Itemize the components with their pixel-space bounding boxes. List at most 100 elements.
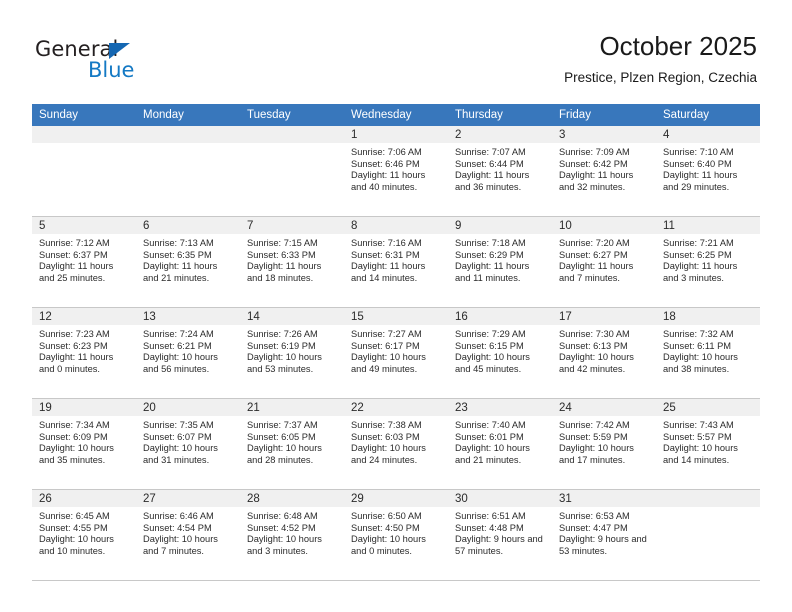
day-sun-info: Sunrise: 7:40 AM Sunset: 6:01 PM Daylight:… xyxy=(448,416,552,466)
calendar-week-row: 1 Sunrise: 7:06 AM Sunset: 6:46 PM Daylight… xyxy=(32,126,760,217)
calendar-day-cell[interactable]: 10 Sunrise: 7:20 AM Sunset: 6:27 PM Dayligh… xyxy=(552,216,656,308)
day-number xyxy=(656,490,760,507)
day-sun-info: Sunrise: 6:50 AM Sunset: 4:50 PM Daylight:… xyxy=(344,507,448,557)
generalblue-logo[interactable]: General Blue xyxy=(35,38,185,86)
daylight-text: Daylight: 11 hours and 36 minutes. xyxy=(455,170,530,192)
sunrise-text: Sunrise: 7:24 AM xyxy=(143,329,214,339)
day-number: 1 xyxy=(344,126,448,143)
day-number: 29 xyxy=(344,490,448,507)
calendar-day-cell[interactable]: 28 Sunrise: 6:48 AM Sunset: 4:52 PM Dayligh… xyxy=(240,489,344,581)
sunrise-text: Sunrise: 7:12 AM xyxy=(39,238,110,248)
daylight-text: Daylight: 10 hours and 0 minutes. xyxy=(351,534,426,556)
calendar-day-cell[interactable]: 29 Sunrise: 6:50 AM Sunset: 4:50 PM Dayligh… xyxy=(344,489,448,581)
day-sun-info: Sunrise: 7:21 AM Sunset: 6:25 PM Daylight:… xyxy=(656,234,760,284)
calendar-day-cell[interactable]: 26 Sunrise: 6:45 AM Sunset: 4:55 PM Dayligh… xyxy=(32,489,136,581)
calendar-day-cell[interactable]: 3 Sunrise: 7:09 AM Sunset: 6:42 PM Daylight… xyxy=(552,126,656,217)
sunset-text: Sunset: 6:21 PM xyxy=(143,340,212,351)
weekday-header-wednesday: Wednesday xyxy=(344,104,448,126)
day-number: 27 xyxy=(136,490,240,507)
sunrise-text: Sunrise: 7:21 AM xyxy=(663,238,734,248)
calendar-body: 1 Sunrise: 7:06 AM Sunset: 6:46 PM Daylight… xyxy=(32,126,760,581)
sunset-text: Sunset: 6:19 PM xyxy=(247,340,316,351)
sunset-text: Sunset: 6:35 PM xyxy=(143,249,212,260)
calendar-day-cell[interactable]: 1 Sunrise: 7:06 AM Sunset: 6:46 PM Daylight… xyxy=(344,126,448,217)
daylight-text: Daylight: 11 hours and 7 minutes. xyxy=(559,261,634,283)
sunrise-sunset-calendar: Sunday Monday Tuesday Wednesday Thursday Frid… xyxy=(32,104,760,581)
sunset-text: Sunset: 4:52 PM xyxy=(247,522,316,533)
calendar-day-cell[interactable]: 11 Sunrise: 7:21 AM Sunset: 6:25 PM Dayligh… xyxy=(656,216,760,308)
calendar-day-cell[interactable]: 17 Sunrise: 7:30 AM Sunset: 6:13 PM Dayligh… xyxy=(552,307,656,399)
calendar-day-cell[interactable]: 5 Sunrise: 7:12 AM Sunset: 6:37 PM Daylight… xyxy=(32,216,136,308)
logo-triangle-icon xyxy=(109,43,130,59)
sunrise-text: Sunrise: 6:51 AM xyxy=(455,511,526,521)
calendar-day-cell[interactable]: 4 Sunrise: 7:10 AM Sunset: 6:40 PM Daylight… xyxy=(656,126,760,217)
calendar-day-cell[interactable]: 13 Sunrise: 7:24 AM Sunset: 6:21 PM Dayligh… xyxy=(136,307,240,399)
calendar-week-row: 26 Sunrise: 6:45 AM Sunset: 4:55 PM Dayligh… xyxy=(32,489,760,581)
calendar-day-cell[interactable]: 25 Sunrise: 7:43 AM Sunset: 5:57 PM Dayligh… xyxy=(656,398,760,490)
daylight-text: Daylight: 10 hours and 17 minutes. xyxy=(559,443,634,465)
day-sun-info: Sunrise: 7:26 AM Sunset: 6:19 PM Daylight:… xyxy=(240,325,344,375)
sunset-text: Sunset: 4:48 PM xyxy=(455,522,524,533)
sunset-text: Sunset: 6:01 PM xyxy=(455,431,524,442)
daylight-text: Daylight: 11 hours and 32 minutes. xyxy=(559,170,634,192)
sunrise-text: Sunrise: 7:23 AM xyxy=(39,329,110,339)
calendar-day-cell-empty xyxy=(656,489,760,581)
day-number: 18 xyxy=(656,308,760,325)
sunrise-text: Sunrise: 6:48 AM xyxy=(247,511,318,521)
calendar-day-cell[interactable]: 18 Sunrise: 7:32 AM Sunset: 6:11 PM Dayligh… xyxy=(656,307,760,399)
calendar-day-cell[interactable]: 9 Sunrise: 7:18 AM Sunset: 6:29 PM Daylight… xyxy=(448,216,552,308)
sunrise-text: Sunrise: 7:06 AM xyxy=(351,147,422,157)
calendar-day-cell[interactable]: 21 Sunrise: 7:37 AM Sunset: 6:05 PM Dayligh… xyxy=(240,398,344,490)
sunset-text: Sunset: 6:25 PM xyxy=(663,249,732,260)
sunrise-text: Sunrise: 6:45 AM xyxy=(39,511,110,521)
calendar-day-cell[interactable]: 7 Sunrise: 7:15 AM Sunset: 6:33 PM Daylight… xyxy=(240,216,344,308)
calendar-week-row: 19 Sunrise: 7:34 AM Sunset: 6:09 PM Dayligh… xyxy=(32,398,760,490)
day-number: 17 xyxy=(552,308,656,325)
sunset-text: Sunset: 6:23 PM xyxy=(39,340,108,351)
day-number: 16 xyxy=(448,308,552,325)
calendar-day-cell[interactable]: 15 Sunrise: 7:27 AM Sunset: 6:17 PM Dayligh… xyxy=(344,307,448,399)
calendar-day-cell[interactable]: 22 Sunrise: 7:38 AM Sunset: 6:03 PM Dayligh… xyxy=(344,398,448,490)
day-sun-info: Sunrise: 7:09 AM Sunset: 6:42 PM Daylight:… xyxy=(552,143,656,193)
sunrise-text: Sunrise: 7:13 AM xyxy=(143,238,214,248)
day-sun-info: Sunrise: 7:27 AM Sunset: 6:17 PM Daylight:… xyxy=(344,325,448,375)
sunset-text: Sunset: 6:11 PM xyxy=(663,340,732,351)
calendar-day-cell[interactable]: 30 Sunrise: 6:51 AM Sunset: 4:48 PM Dayligh… xyxy=(448,489,552,581)
day-sun-info: Sunrise: 7:24 AM Sunset: 6:21 PM Daylight:… xyxy=(136,325,240,375)
calendar-day-cell[interactable]: 8 Sunrise: 7:16 AM Sunset: 6:31 PM Daylight… xyxy=(344,216,448,308)
calendar-day-cell[interactable]: 12 Sunrise: 7:23 AM Sunset: 6:23 PM Dayligh… xyxy=(32,307,136,399)
day-sun-info: Sunrise: 6:45 AM Sunset: 4:55 PM Daylight:… xyxy=(32,507,136,557)
day-number: 3 xyxy=(552,126,656,143)
day-sun-info: Sunrise: 7:20 AM Sunset: 6:27 PM Daylight:… xyxy=(552,234,656,284)
sunrise-text: Sunrise: 7:29 AM xyxy=(455,329,526,339)
calendar-day-cell[interactable]: 16 Sunrise: 7:29 AM Sunset: 6:15 PM Dayligh… xyxy=(448,307,552,399)
sunset-text: Sunset: 4:50 PM xyxy=(351,522,420,533)
daylight-text: Daylight: 10 hours and 38 minutes. xyxy=(663,352,738,374)
day-number xyxy=(136,126,240,143)
day-sun-info: Sunrise: 7:15 AM Sunset: 6:33 PM Daylight:… xyxy=(240,234,344,284)
calendar-day-cell[interactable]: 31 Sunrise: 6:53 AM Sunset: 4:47 PM Dayligh… xyxy=(552,489,656,581)
day-sun-info: Sunrise: 7:12 AM Sunset: 6:37 PM Daylight:… xyxy=(32,234,136,284)
calendar-day-cell[interactable]: 6 Sunrise: 7:13 AM Sunset: 6:35 PM Daylight… xyxy=(136,216,240,308)
day-sun-info: Sunrise: 7:07 AM Sunset: 6:44 PM Daylight:… xyxy=(448,143,552,193)
calendar-day-cell[interactable]: 19 Sunrise: 7:34 AM Sunset: 6:09 PM Dayligh… xyxy=(32,398,136,490)
day-number: 9 xyxy=(448,217,552,234)
sunrise-text: Sunrise: 7:38 AM xyxy=(351,420,422,430)
calendar-day-cell[interactable]: 23 Sunrise: 7:40 AM Sunset: 6:01 PM Dayligh… xyxy=(448,398,552,490)
calendar-day-cell-empty xyxy=(136,126,240,217)
weekday-header-friday: Friday xyxy=(552,104,656,126)
calendar-day-cell[interactable]: 20 Sunrise: 7:35 AM Sunset: 6:07 PM Dayligh… xyxy=(136,398,240,490)
day-sun-info: Sunrise: 7:35 AM Sunset: 6:07 PM Daylight:… xyxy=(136,416,240,466)
day-number: 5 xyxy=(32,217,136,234)
sunrise-text: Sunrise: 7:09 AM xyxy=(559,147,630,157)
day-sun-info: Sunrise: 7:42 AM Sunset: 5:59 PM Daylight:… xyxy=(552,416,656,466)
day-number: 31 xyxy=(552,490,656,507)
sunset-text: Sunset: 6:37 PM xyxy=(39,249,108,260)
calendar-day-cell[interactable]: 24 Sunrise: 7:42 AM Sunset: 5:59 PM Dayligh… xyxy=(552,398,656,490)
day-number: 7 xyxy=(240,217,344,234)
calendar-day-cell[interactable]: 14 Sunrise: 7:26 AM Sunset: 6:19 PM Dayligh… xyxy=(240,307,344,399)
calendar-day-cell[interactable]: 27 Sunrise: 6:46 AM Sunset: 4:54 PM Dayligh… xyxy=(136,489,240,581)
daylight-text: Daylight: 10 hours and 35 minutes. xyxy=(39,443,114,465)
calendar-day-cell[interactable]: 2 Sunrise: 7:07 AM Sunset: 6:44 PM Daylight… xyxy=(448,126,552,217)
sunset-text: Sunset: 6:29 PM xyxy=(455,249,524,260)
